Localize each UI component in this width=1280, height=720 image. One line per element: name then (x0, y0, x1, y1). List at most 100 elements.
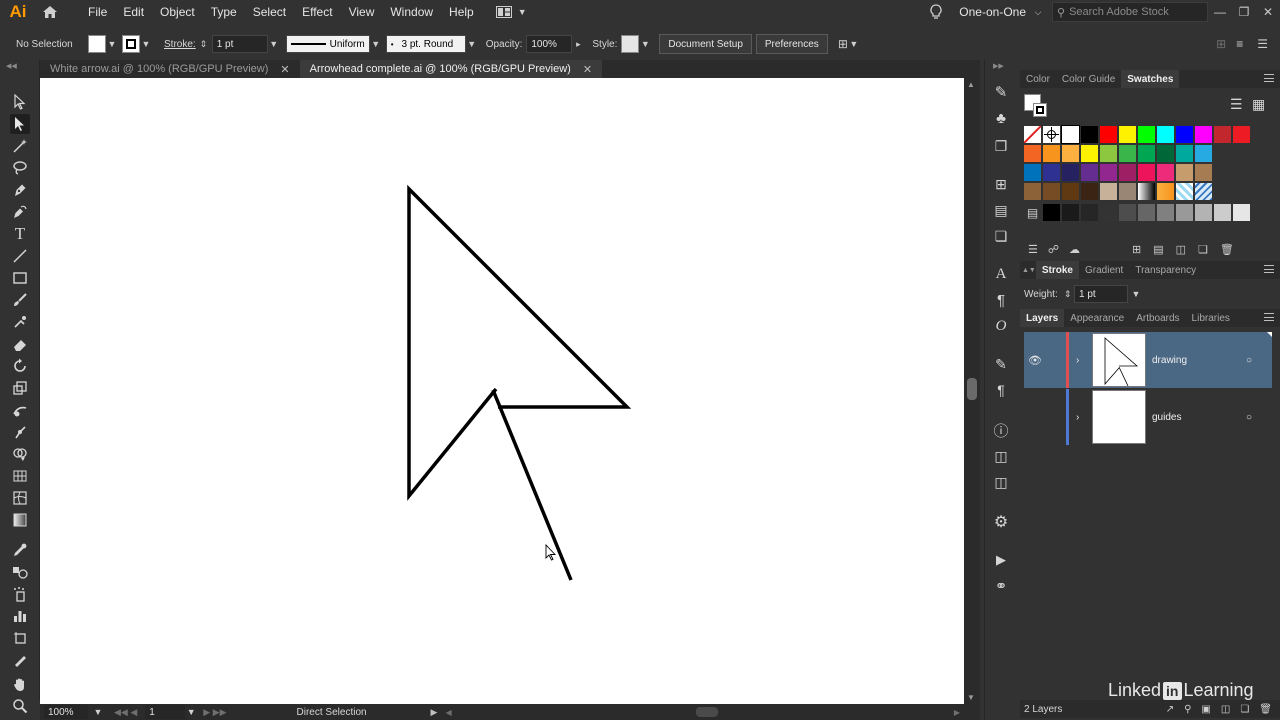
expand-chevron-icon[interactable]: › (1076, 412, 1079, 423)
slice-tool-icon[interactable] (10, 650, 30, 670)
collapse-arrows-icon[interactable]: ▲▼ (1022, 267, 1036, 274)
type-tool-icon[interactable]: T (10, 224, 30, 244)
curvature-tool-icon[interactable] (10, 202, 30, 222)
artboard-tool-icon[interactable] (10, 628, 30, 648)
symbols-panel-icon[interactable]: ♣ (991, 108, 1011, 128)
arrow-tail-path[interactable] (491, 389, 573, 581)
style-swatch[interactable] (621, 35, 640, 53)
swatch-color[interactable] (1081, 164, 1098, 181)
menu-edit[interactable]: Edit (115, 0, 152, 24)
restore-icon[interactable]: ❐ (1232, 0, 1256, 24)
links-panel-icon[interactable]: ◫ (991, 472, 1011, 492)
horizontal-scroll-thumb[interactable] (695, 707, 718, 717)
swatch-folder-icon[interactable]: ▤ (1024, 204, 1041, 221)
home-icon[interactable] (36, 0, 64, 24)
swatch-color[interactable] (1081, 183, 1098, 200)
stroke-swatch[interactable] (122, 35, 140, 53)
swatch-gradient-orange[interactable] (1157, 183, 1174, 200)
scroll-right-icon[interactable]: ▶ (954, 708, 960, 717)
chevron-down-icon[interactable]: ▼ (466, 39, 478, 49)
swatch-color[interactable] (1043, 164, 1060, 181)
close-icon[interactable]: ✕ (583, 63, 592, 76)
new-swatch-icon[interactable]: ❏ (1198, 243, 1208, 256)
info-panel-icon[interactable]: ⓘ (991, 420, 1011, 440)
line-segment-tool-icon[interactable] (10, 246, 30, 266)
swatch-color[interactable] (1100, 164, 1117, 181)
swatch-color[interactable] (1157, 145, 1174, 162)
swatch-color[interactable] (1157, 164, 1174, 181)
delete-layer-icon[interactable]: 🗑 (1259, 704, 1272, 715)
weight-field[interactable]: 1 pt (1074, 285, 1128, 303)
menu-window[interactable]: Window (382, 0, 441, 24)
stroke-weight-field[interactable]: 1 pt (211, 35, 268, 53)
variable-width-profile[interactable]: Uniform (285, 35, 370, 53)
chevron-down-icon[interactable]: ⌵ (1032, 7, 1044, 18)
swatch-color[interactable] (1138, 145, 1155, 162)
tab-layers[interactable]: Layers (1020, 309, 1065, 327)
swatch-color[interactable] (1119, 164, 1136, 181)
show-kinds-icon[interactable]: ⊞ (1132, 243, 1141, 256)
swatch-color[interactable] (1176, 145, 1193, 162)
chevron-down-icon[interactable]: ▼ (370, 39, 382, 49)
swatch-color[interactable] (1119, 145, 1136, 162)
swatch-color[interactable] (1233, 126, 1250, 143)
swatch-color[interactable] (1100, 183, 1117, 200)
swatch-color[interactable] (1100, 126, 1117, 143)
character-styles-panel-icon[interactable]: ✎ (991, 354, 1011, 374)
layer-row-guides[interactable]: › guides ○ (1024, 389, 1272, 445)
chevron-down-icon[interactable]: ▼ (639, 39, 651, 49)
menu-select[interactable]: Select (245, 0, 294, 24)
new-color-group-icon[interactable]: ◫ (1176, 243, 1186, 256)
scroll-up-arrow-icon[interactable]: ▲ (967, 80, 975, 89)
panel-collapse-icon[interactable]: ◀◀ (6, 62, 17, 70)
shape-builder-tool-icon[interactable] (10, 444, 30, 464)
chevron-down-icon[interactable]: ▼ (268, 39, 280, 49)
zoom-level-field[interactable]: 100% (44, 705, 88, 719)
swatch-color[interactable] (1043, 183, 1060, 200)
swatch-gray[interactable] (1119, 204, 1136, 221)
swatch-color[interactable] (1024, 164, 1041, 181)
actions-play-icon[interactable]: ▶ (991, 550, 1011, 570)
locate-object-icon[interactable]: ⚲ (1184, 704, 1191, 715)
swatch-gray[interactable] (1195, 204, 1212, 221)
document-setup-button[interactable]: Document Setup (659, 34, 752, 54)
rotate-tool-icon[interactable] (10, 356, 30, 376)
chevron-down-icon[interactable]: ▼ (140, 39, 152, 49)
swatch-color[interactable] (1100, 145, 1117, 162)
column-graph-tool-icon[interactable] (10, 606, 30, 626)
warp-tool-icon[interactable] (10, 400, 30, 420)
next-artboard-icon[interactable]: ▶ ▶▶ (203, 707, 226, 718)
export-icon[interactable]: ↗ (1166, 704, 1174, 715)
tab-transparency[interactable]: Transparency (1129, 261, 1202, 279)
fill-swatch[interactable] (88, 35, 106, 53)
menu-view[interactable]: View (341, 0, 383, 24)
swatch-pattern-blue[interactable] (1176, 183, 1193, 200)
chevron-right-icon[interactable]: ▸ (572, 39, 584, 50)
swatch-gray[interactable] (1233, 204, 1250, 221)
magic-wand-tool-icon[interactable] (10, 136, 30, 156)
character-panel-icon[interactable]: A (991, 264, 1011, 284)
expand-chevron-icon[interactable]: › (1076, 355, 1079, 366)
status-menu-icon[interactable]: ▶ (431, 707, 438, 718)
swatch-000000[interactable] (1081, 126, 1098, 143)
align-options-icon[interactable]: ≡ (1236, 37, 1243, 51)
opacity-label[interactable]: Opacity: (482, 39, 527, 50)
visibility-eye-icon[interactable]: 👁 (1028, 354, 1042, 367)
swatch-gray[interactable] (1081, 204, 1098, 221)
target-circle-icon[interactable]: ○ (1246, 412, 1252, 423)
blend-tool-icon[interactable] (10, 562, 30, 582)
swatch-gray[interactable] (1100, 204, 1117, 221)
zoom-tool-icon[interactable] (10, 696, 30, 716)
direct-selection-tool-icon[interactable] (10, 114, 30, 134)
menu-type[interactable]: Type (203, 0, 245, 24)
close-icon[interactable]: ✕ (280, 63, 289, 76)
scroll-down-arrow-icon[interactable]: ▼ (967, 693, 975, 702)
scale-tool-icon[interactable] (10, 378, 30, 398)
swatch-gray[interactable] (1176, 204, 1193, 221)
paragraph-panel-icon[interactable]: ¶ (991, 290, 1011, 310)
chevron-down-icon[interactable]: ▼ (185, 707, 197, 717)
swatch-ffffff[interactable] (1061, 125, 1080, 144)
pathfinder-panel-icon[interactable]: ❏ (991, 226, 1011, 246)
swatch-color[interactable] (1195, 126, 1212, 143)
settings-gear-icon[interactable]: ⚙ (991, 512, 1011, 532)
